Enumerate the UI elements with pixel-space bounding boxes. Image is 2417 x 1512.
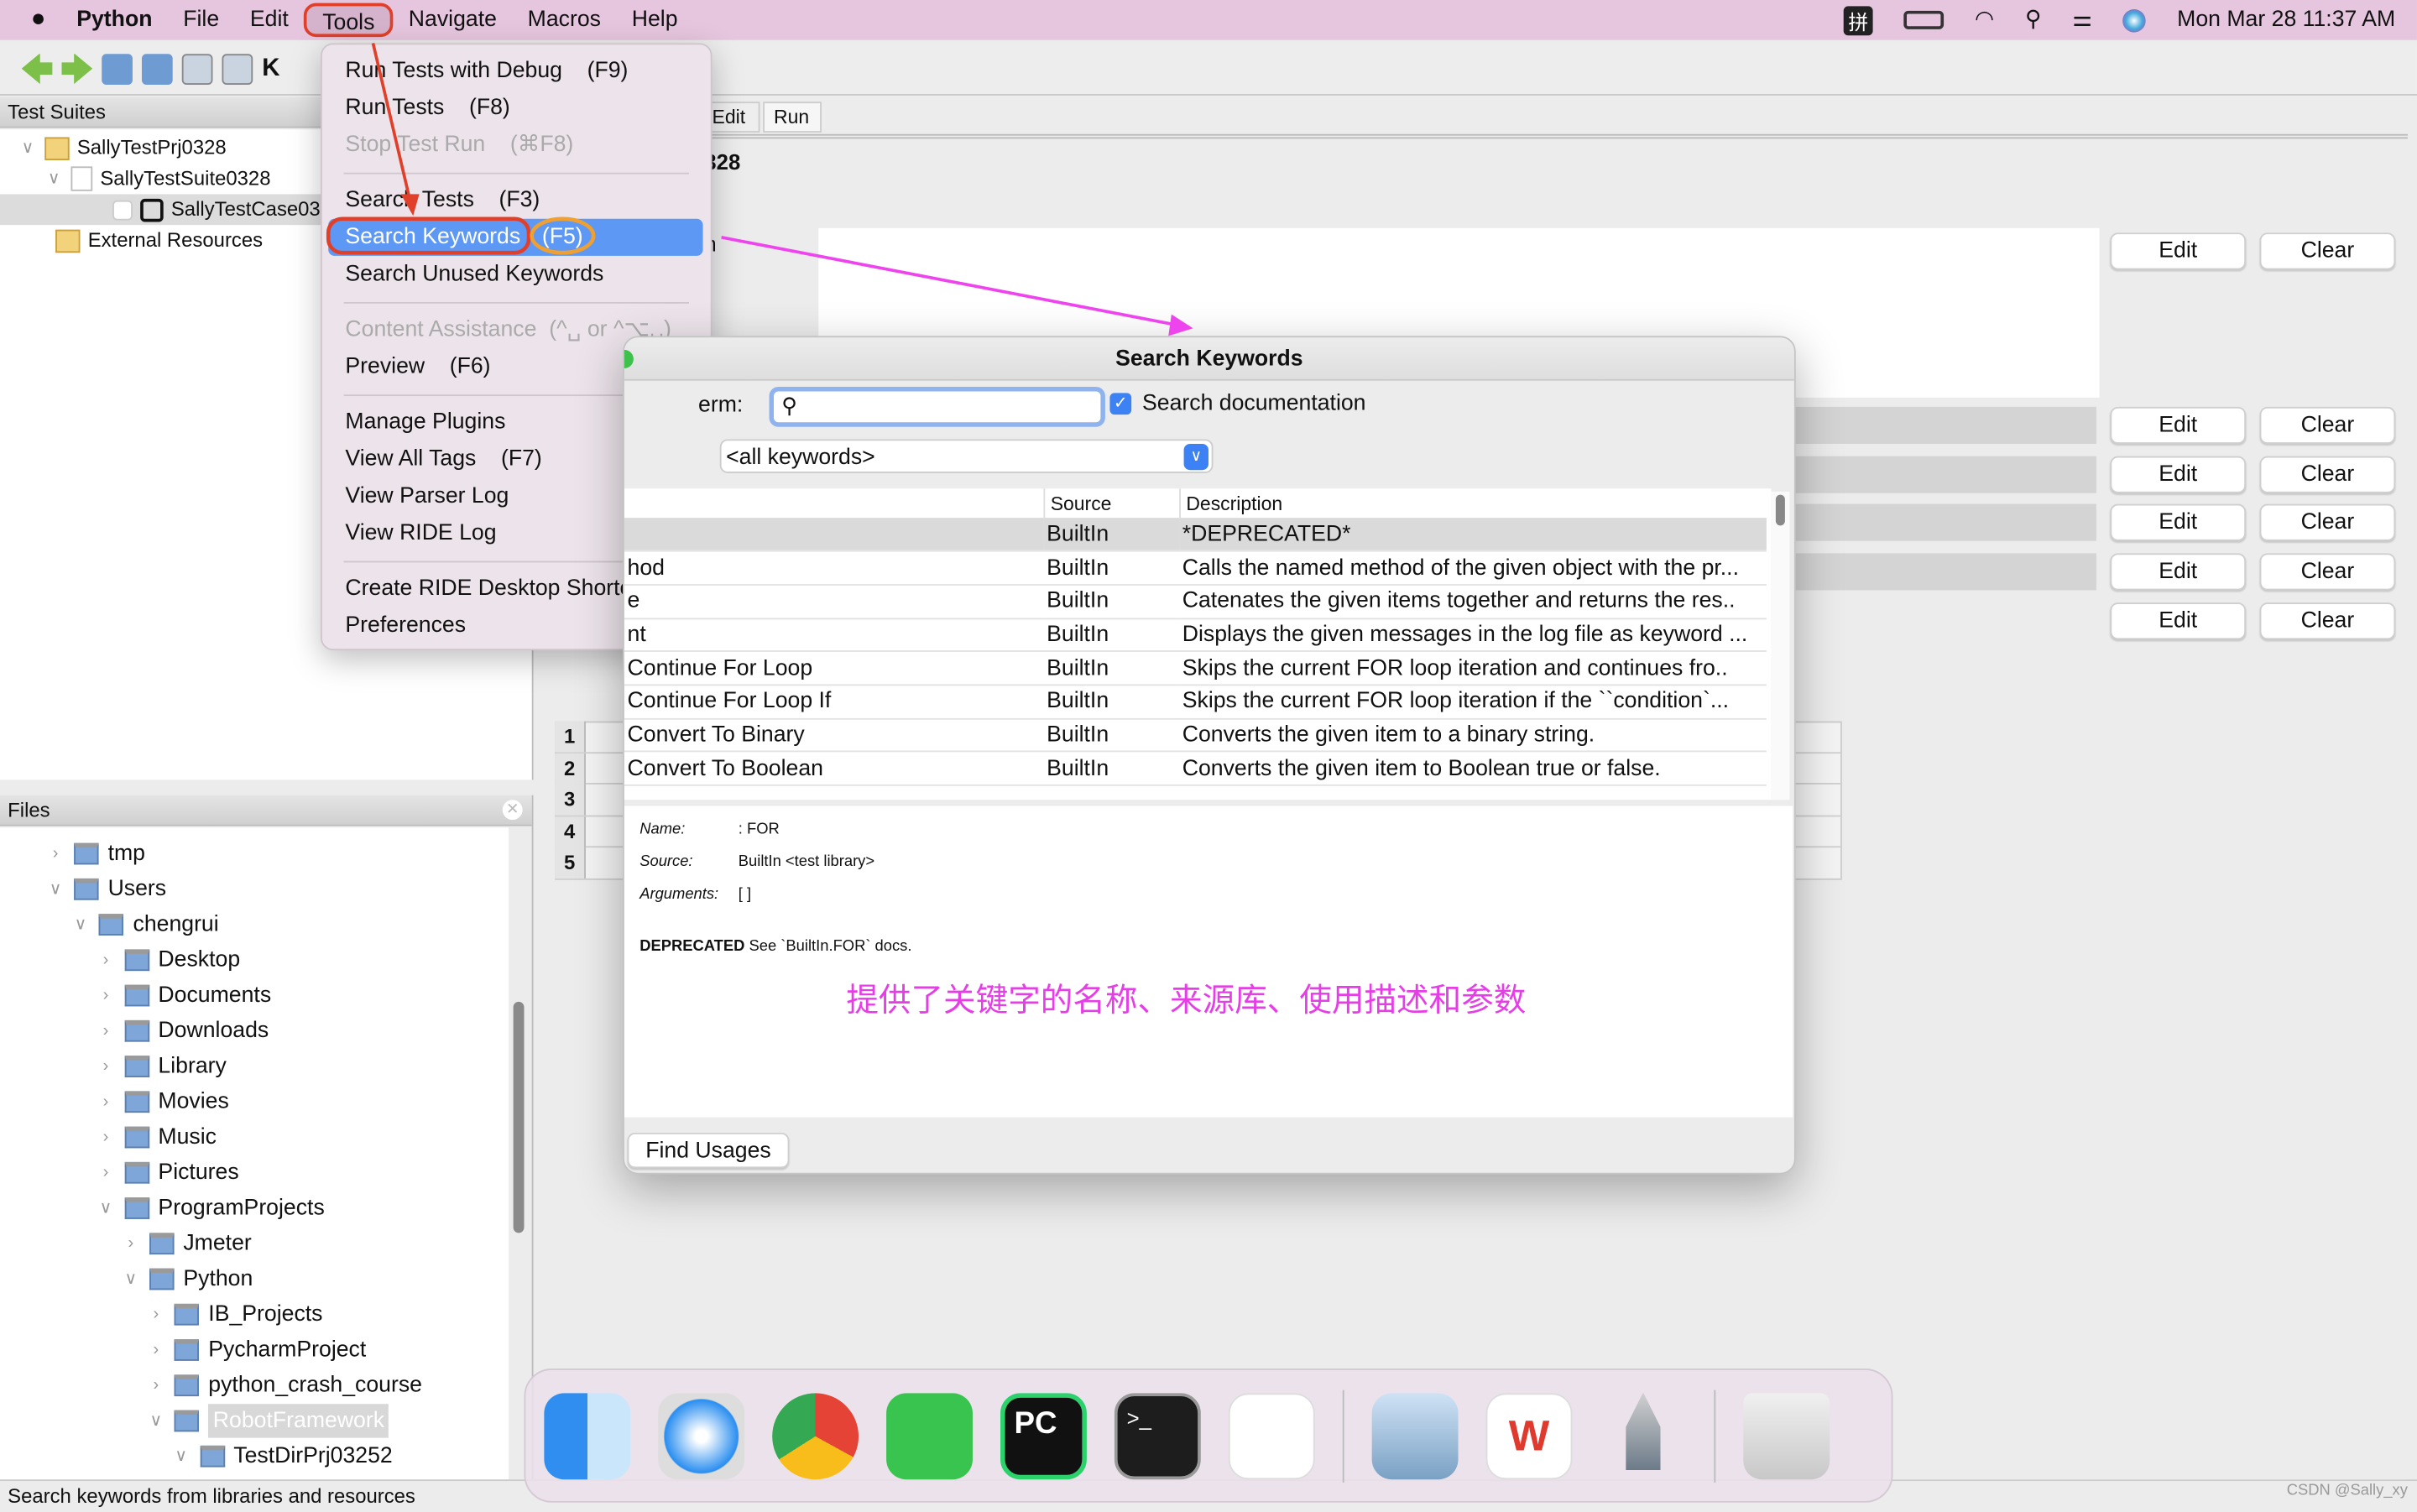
red-arrow — [371, 43, 412, 201]
orange-highlight-ellipse — [530, 216, 596, 255]
red-arrowhead — [400, 194, 420, 216]
red-highlight-box — [326, 216, 531, 255]
callout-overlay — [326, 43, 1193, 336]
magenta-arrowhead — [1168, 314, 1193, 336]
magenta-arrow — [721, 236, 1178, 327]
screen: ● Python File Edit Tools Navigate Macros… — [0, 0, 2417, 1510]
